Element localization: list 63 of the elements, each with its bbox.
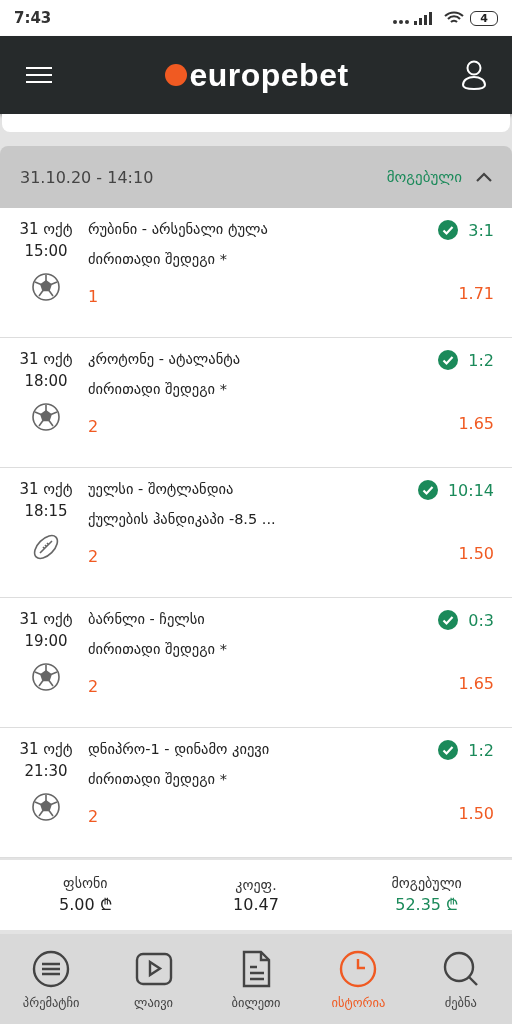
football-icon [31, 402, 61, 432]
event-time: 15:00 [24, 242, 68, 260]
match-name: უელსი - შოტლანდია [88, 481, 235, 497]
user-icon[interactable] [462, 60, 486, 90]
event-date: 31 ოქტ [19, 740, 73, 758]
market-name: ძირითადი შედეგი * [88, 251, 228, 267]
status-time: 7:43 [14, 9, 52, 27]
odds: 1.65 [458, 414, 494, 433]
event-time: 18:00 [24, 372, 68, 390]
pick: 2 [88, 417, 100, 436]
pick: 2 [88, 677, 100, 696]
logo-dot-icon [165, 64, 188, 86]
football-icon [31, 792, 61, 822]
summary-value: 5.00 ₾ [58, 894, 112, 915]
football-icon [31, 662, 61, 692]
score: 10:14 [447, 480, 494, 500]
score: 1:2 [468, 350, 494, 370]
summary-label: მოგებული [391, 875, 462, 891]
event-time: 21:30 [24, 762, 68, 780]
score: 3:1 [468, 220, 494, 240]
menu-icon[interactable] [26, 66, 52, 84]
match-name: რუბინი - არსენალი ტულა [88, 221, 269, 237]
market-name: ძირითადი შედეგი * [88, 641, 228, 657]
match-name: ბარნლი - ჩელსი [88, 611, 206, 627]
event-date: 31 ოქტ [19, 220, 73, 238]
event-date: 31 ოქტ [19, 610, 73, 628]
event-date: 31 ოქტ [19, 350, 73, 368]
bet-status: მოგებული [386, 168, 462, 186]
pick: 2 [88, 547, 100, 566]
pick: 2 [88, 807, 100, 826]
wifi-icon [444, 11, 465, 25]
pick: 1 [88, 287, 100, 306]
chevron-icon[interactable] [476, 172, 492, 182]
market-name: ძირითადი შედეგი * [88, 381, 228, 397]
logo: europebet [189, 56, 349, 94]
event-time: 18:15 [24, 502, 68, 520]
match-name: დნიპრო-1 - დინამო კიევი [88, 741, 271, 757]
battery-indicator: 4 [470, 10, 498, 26]
odds: 1.50 [458, 804, 494, 823]
bet-header[interactable]: 31.10.20 - 14:10 მოგებული [0, 146, 512, 208]
summary-label: კოეფ. [235, 876, 277, 893]
summary-value: 52.35 ₾ [395, 894, 459, 915]
clock-icon [338, 948, 379, 989]
rugby-ball-icon [31, 532, 61, 562]
summary-value: 10.47 [233, 894, 279, 914]
market-name: ძირითადი შედეგი * [88, 771, 228, 787]
summary-label: ფსონი [63, 875, 108, 891]
odds: 1.50 [458, 544, 494, 563]
event-time: 19:00 [24, 632, 68, 650]
score: 1:2 [468, 740, 494, 760]
menu-circle-icon [31, 948, 72, 989]
market-name: ქულების ჰანდიკაპი -8.5 ... [88, 511, 277, 527]
match-name: კროტონე - ატალანტა [88, 351, 242, 367]
nav-tab[interactable]: ლაივი [102, 934, 205, 1024]
football-icon [31, 272, 61, 302]
nav-tab[interactable]: ბილეთი [204, 934, 308, 1024]
nav-tab[interactable]: ძებნა [409, 934, 512, 1024]
score: 0:3 [468, 610, 494, 630]
bet-date: 31.10.20 - 14:10 [20, 167, 155, 187]
odds: 1.65 [458, 674, 494, 693]
event-date: 31 ოქტ [19, 480, 73, 498]
nav-tab[interactable]: პრემატჩი [0, 934, 103, 1024]
odds: 1.71 [458, 284, 494, 303]
